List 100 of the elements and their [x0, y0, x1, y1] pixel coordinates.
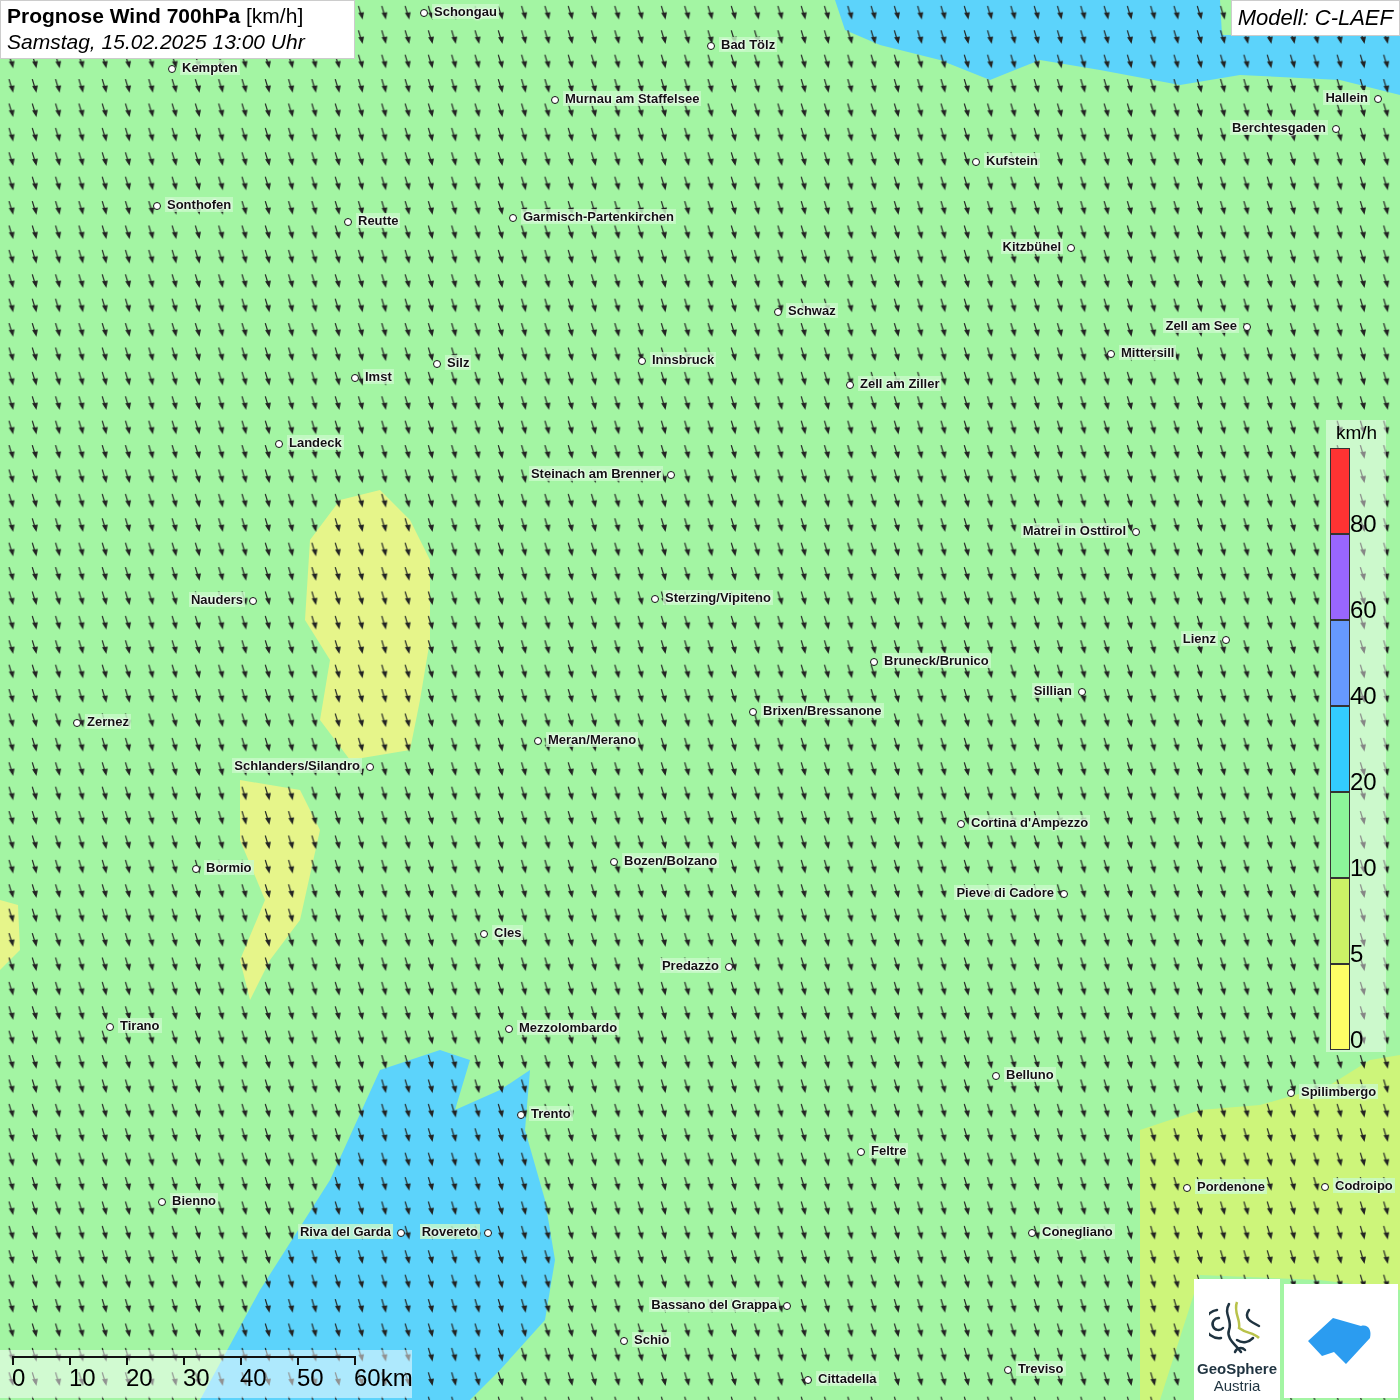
city-marker-icon — [192, 865, 200, 873]
city-label: Schwaz — [786, 303, 838, 318]
city-label: Bad Tölz — [719, 37, 778, 52]
city-label: Kempten — [180, 60, 240, 75]
city-marker-icon — [1243, 323, 1251, 331]
city-marker-icon — [484, 1229, 492, 1237]
city-marker-icon — [1107, 350, 1115, 358]
city-label: Imst — [363, 369, 394, 384]
city-marker-icon — [366, 763, 374, 771]
city-label: Zernez — [85, 714, 131, 729]
city-marker-icon — [707, 42, 715, 50]
city-marker-icon — [1374, 95, 1382, 103]
city-marker-icon — [73, 719, 81, 727]
city-marker-icon — [1078, 688, 1086, 696]
scale-label: 10 — [69, 1366, 97, 1390]
city-marker-icon — [1183, 1184, 1191, 1192]
city-marker-icon — [620, 1337, 628, 1345]
city-marker-icon — [725, 963, 733, 971]
city-label: Pordenone — [1195, 1179, 1267, 1194]
city-marker-icon — [249, 597, 257, 605]
city-label: Sterzing/Vipiteno — [663, 590, 773, 605]
forecast-time: Samstag, 15.02.2025 13:00 Uhr — [7, 29, 307, 56]
city-marker-icon — [992, 1072, 1000, 1080]
city-label: Zell am Ziller — [858, 376, 942, 391]
city-marker-icon — [610, 858, 618, 866]
city-label: Bruneck/Brunico — [882, 653, 991, 668]
legend-value: 40 — [1350, 684, 1377, 708]
city-marker-icon — [1028, 1229, 1036, 1237]
city-label: Cittadella — [816, 1371, 879, 1386]
city-marker-icon — [1332, 125, 1340, 133]
city-label: Bormio — [204, 860, 254, 875]
city-marker-icon — [667, 471, 675, 479]
city-label: Schongau — [432, 4, 499, 19]
city-marker-icon — [397, 1229, 405, 1237]
city-marker-icon — [106, 1023, 114, 1031]
city-label: Nauders — [188, 592, 245, 607]
legend-value: 5 — [1350, 942, 1364, 966]
logo-subtitle: Austria — [1213, 1377, 1261, 1394]
city-label: Schio — [632, 1332, 672, 1347]
legend-value: 80 — [1350, 512, 1377, 536]
city-marker-icon — [749, 708, 757, 716]
city-label: Steinach am Brenner — [528, 466, 663, 481]
city-marker-icon — [517, 1111, 525, 1119]
city-label: Feltre — [869, 1143, 909, 1158]
legend-unit: km/h — [1335, 421, 1379, 445]
scale-label: 50 — [297, 1366, 325, 1390]
city-label: Rovereto — [419, 1224, 480, 1239]
city-marker-icon — [1321, 1183, 1329, 1191]
city-marker-icon — [480, 930, 488, 938]
city-marker-icon — [651, 595, 659, 603]
city-label: Bozen/Bolzano — [622, 853, 720, 868]
city-marker-icon — [957, 820, 965, 828]
city-label: Bassano del Grappa — [649, 1297, 779, 1312]
city-marker-icon — [783, 1302, 791, 1310]
city-label: Cles — [492, 925, 524, 940]
city-label: Spilimbergo — [1299, 1084, 1379, 1099]
city-label: Tirano — [118, 1018, 162, 1033]
city-marker-icon — [433, 360, 441, 368]
city-label: Murnau am Staffelsee — [563, 91, 702, 106]
city-label: Pieve di Cadore — [954, 885, 1056, 900]
scale-label: 30 — [183, 1366, 211, 1390]
city-marker-icon — [638, 357, 646, 365]
scale-label: 20 — [126, 1366, 154, 1390]
city-marker-icon — [351, 374, 359, 382]
city-label: Matrei in Osttirol — [1020, 523, 1128, 538]
city-label: Conegliano — [1040, 1224, 1115, 1239]
city-marker-icon — [420, 9, 428, 17]
city-marker-icon — [1287, 1089, 1295, 1097]
city-label: Treviso — [1016, 1361, 1066, 1376]
city-label: Schlanders/Silandro — [232, 758, 362, 773]
map-title: Prognose Wind 700hPa [km/h] — [7, 3, 305, 29]
city-marker-icon — [1067, 244, 1075, 252]
city-marker-icon — [1132, 528, 1140, 536]
city-marker-icon — [972, 158, 980, 166]
city-marker-icon — [857, 1148, 865, 1156]
city-label: Hallein — [1323, 90, 1370, 105]
city-label: Codroipo — [1333, 1178, 1395, 1193]
legend-value: 20 — [1350, 770, 1377, 794]
city-label: Silz — [445, 355, 472, 370]
city-marker-icon — [846, 381, 854, 389]
city-marker-icon — [551, 96, 559, 104]
city-marker-icon — [509, 214, 517, 222]
city-label: Innsbruck — [650, 352, 717, 367]
city-marker-icon — [1004, 1366, 1012, 1374]
city-marker-icon — [870, 658, 878, 666]
city-label: Predazzo — [659, 958, 721, 973]
legend-value: 0 — [1350, 1028, 1364, 1052]
city-marker-icon — [1222, 636, 1230, 644]
city-label: Sillian — [1031, 683, 1074, 698]
city-marker-icon — [505, 1025, 513, 1033]
legend-value: 60 — [1350, 598, 1377, 622]
city-marker-icon — [344, 218, 352, 226]
model-label: Modell: C-LAEF — [1230, 0, 1400, 36]
city-label: Landeck — [287, 435, 344, 450]
city-marker-icon — [1060, 890, 1068, 898]
city-label: Mezzolombardo — [517, 1020, 620, 1035]
city-marker-icon — [158, 1198, 166, 1206]
city-label: Garmisch-Partenkirchen — [521, 209, 676, 224]
city-label: Berchtesgaden — [1230, 120, 1328, 135]
city-label: Kufstein — [984, 153, 1040, 168]
